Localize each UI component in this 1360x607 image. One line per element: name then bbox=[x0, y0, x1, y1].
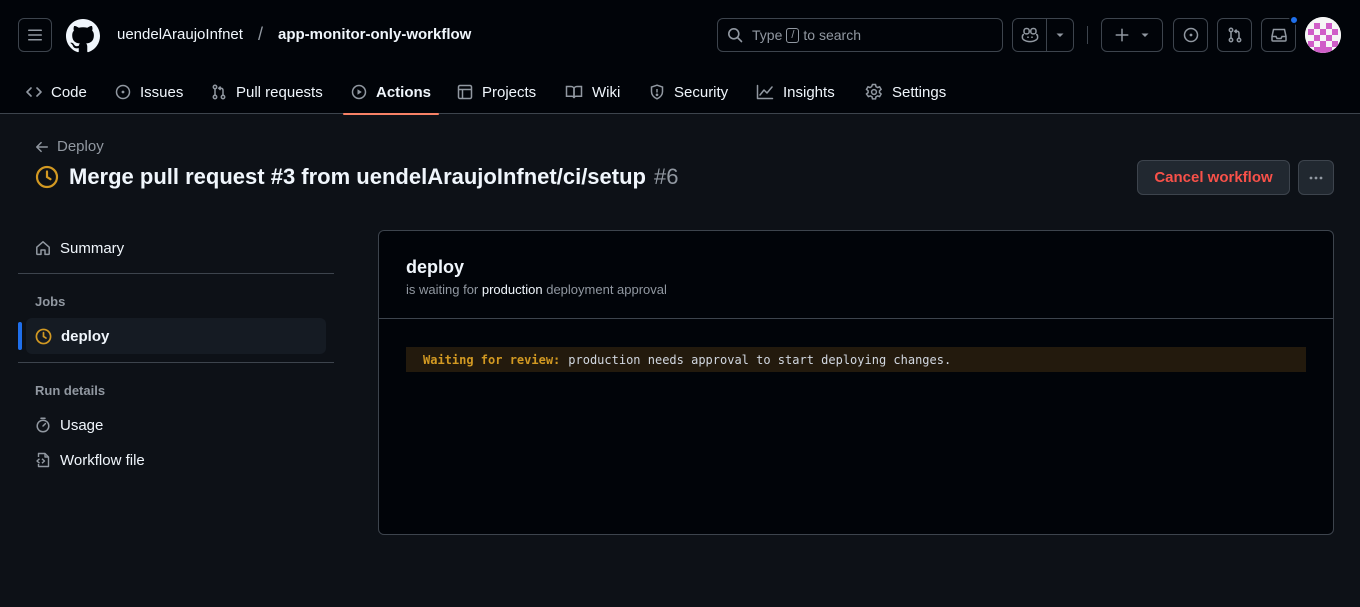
run-number: #6 bbox=[653, 164, 679, 189]
job-status-suffix: deployment approval bbox=[546, 282, 667, 297]
search-shortcut-key: / bbox=[786, 27, 800, 43]
tab-pull-requests-label: Pull requests bbox=[236, 83, 323, 101]
tab-settings-label: Settings bbox=[892, 83, 947, 101]
sidebar-divider bbox=[18, 273, 334, 274]
create-new-button[interactable] bbox=[1101, 18, 1163, 52]
cancel-workflow-button[interactable]: Cancel workflow bbox=[1137, 160, 1290, 195]
git-pull-request-icon bbox=[212, 84, 226, 100]
triangle-down-icon bbox=[1141, 33, 1149, 37]
tab-insights-label: Insights bbox=[783, 83, 835, 101]
run-details-heading: Run details bbox=[35, 383, 106, 398]
arrow-left-icon bbox=[36, 141, 48, 152]
tab-actions[interactable]: Actions bbox=[343, 70, 439, 115]
sidebar-item-job-deploy[interactable]: deploy bbox=[18, 318, 326, 354]
run-title-text: Merge pull request #3 from uendelAraujoI… bbox=[69, 164, 646, 189]
search-input[interactable]: Type / to search bbox=[717, 18, 1003, 52]
job-name: deploy bbox=[406, 257, 465, 277]
repo-nav: Code Issues Pull requests Actions Projec… bbox=[0, 70, 1360, 115]
search-suffix: to search bbox=[803, 27, 862, 43]
tab-projects[interactable]: Projects bbox=[449, 70, 544, 114]
plus-icon bbox=[1115, 28, 1129, 42]
job-log-panel: deploy is waiting for production deploym… bbox=[378, 230, 1334, 535]
your-pull-requests-button[interactable] bbox=[1217, 18, 1252, 52]
clock-status-icon bbox=[35, 165, 59, 189]
kebab-horizontal-icon bbox=[1309, 176, 1323, 179]
job-status-text: is waiting for production deployment app… bbox=[406, 282, 667, 297]
tab-wiki-label: Wiki bbox=[592, 83, 621, 101]
table-icon bbox=[457, 84, 473, 100]
sidebar-item-workflow-file-label: Workflow file bbox=[60, 451, 145, 469]
clock-status-icon bbox=[35, 328, 52, 344]
review-label: Waiting for review: bbox=[423, 352, 561, 367]
sidebar-item-job-label: deploy bbox=[61, 327, 110, 345]
back-link-label: Deploy bbox=[57, 138, 104, 155]
home-icon bbox=[36, 241, 50, 256]
waiting-review-banner: Waiting for review: production needs app… bbox=[406, 347, 1306, 372]
book-icon bbox=[565, 85, 583, 99]
your-issues-button[interactable] bbox=[1173, 18, 1208, 52]
three-bars-icon bbox=[28, 29, 42, 41]
tab-security[interactable]: Security bbox=[641, 70, 736, 114]
issue-opened-icon bbox=[1183, 27, 1198, 43]
sidebar-item-usage-label: Usage bbox=[60, 416, 104, 434]
copilot-menu bbox=[1012, 18, 1074, 52]
search-icon bbox=[728, 28, 743, 43]
copilot-icon bbox=[1021, 27, 1039, 43]
tab-projects-label: Projects bbox=[482, 83, 537, 101]
job-status-prefix: is waiting for bbox=[406, 282, 479, 297]
sidebar-item-workflow-file[interactable]: Workflow file bbox=[26, 442, 326, 478]
back-to-workflow-link[interactable]: Deploy bbox=[35, 138, 104, 155]
stopwatch-icon bbox=[36, 417, 50, 433]
breadcrumb-repo[interactable]: app-monitor-only-workflow bbox=[278, 26, 471, 43]
inbox-icon bbox=[1270, 28, 1287, 42]
unread-indicator bbox=[1289, 15, 1299, 25]
job-panel-divider bbox=[379, 318, 1333, 319]
more-options-button[interactable] bbox=[1298, 160, 1334, 195]
tab-security-label: Security bbox=[674, 83, 729, 101]
sidebar-divider bbox=[18, 362, 334, 363]
global-bar: uendelAraujoInfnet / app-monitor-only-wo… bbox=[0, 0, 1360, 70]
user-avatar[interactable] bbox=[1305, 17, 1341, 53]
app-header: uendelAraujoInfnet / app-monitor-only-wo… bbox=[0, 0, 1360, 115]
tab-insights[interactable]: Insights bbox=[748, 70, 843, 114]
tab-code[interactable]: Code bbox=[18, 70, 95, 114]
environment-link[interactable]: production bbox=[482, 282, 543, 297]
tab-actions-label: Actions bbox=[375, 83, 431, 101]
triangle-down-icon bbox=[1056, 33, 1064, 37]
tab-settings[interactable]: Settings bbox=[857, 70, 954, 114]
shield-icon bbox=[650, 84, 664, 100]
issue-opened-icon bbox=[115, 84, 131, 100]
sidebar-item-summary-label: Summary bbox=[60, 239, 125, 257]
tab-wiki[interactable]: Wiki bbox=[557, 70, 628, 114]
file-code-icon bbox=[36, 452, 50, 468]
sidebar-item-usage[interactable]: Usage bbox=[26, 407, 326, 443]
tab-issues-label: Issues bbox=[140, 83, 184, 101]
header-divider bbox=[1087, 26, 1088, 44]
breadcrumb-owner[interactable]: uendelAraujoInfnet bbox=[117, 26, 243, 43]
tab-code-label: Code bbox=[51, 83, 87, 101]
search-prefix: Type bbox=[752, 27, 783, 43]
copilot-button[interactable] bbox=[1013, 19, 1048, 51]
jobs-heading: Jobs bbox=[35, 294, 66, 309]
tab-issues[interactable]: Issues bbox=[107, 70, 191, 114]
git-pull-request-icon bbox=[1228, 27, 1241, 43]
copilot-dropdown-button[interactable] bbox=[1047, 19, 1073, 51]
play-icon bbox=[351, 84, 367, 100]
github-logo-icon[interactable] bbox=[66, 19, 100, 53]
breadcrumb-separator: / bbox=[258, 24, 264, 44]
review-message: production needs approval to start deplo… bbox=[568, 352, 952, 367]
sidebar-item-summary[interactable]: Summary bbox=[26, 230, 326, 266]
tab-pull-requests[interactable]: Pull requests bbox=[203, 70, 331, 114]
gear-icon bbox=[865, 83, 883, 100]
open-menu-button[interactable] bbox=[18, 18, 52, 52]
run-title: Merge pull request #3 from uendelAraujoI… bbox=[35, 164, 678, 190]
graph-icon bbox=[756, 84, 774, 100]
code-icon bbox=[26, 87, 42, 97]
